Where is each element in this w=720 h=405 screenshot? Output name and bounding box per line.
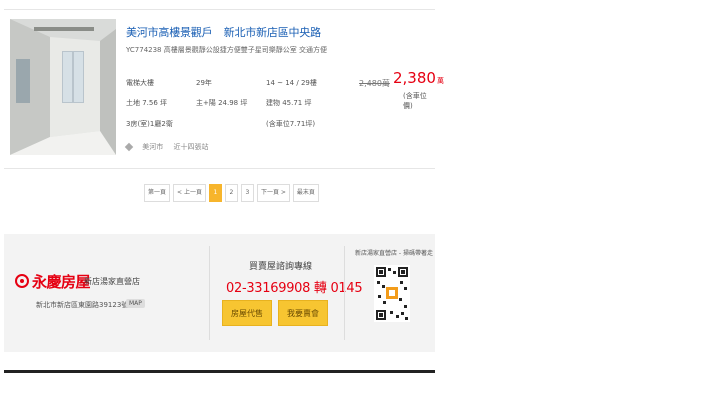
listing-location[interactable]: 新北市新店區中央路 xyxy=(224,26,321,39)
listing-name[interactable]: 美河市高樓景觀戶 xyxy=(126,26,213,39)
bottom-bar xyxy=(4,370,435,373)
page-wrapper: 美河市高樓景觀戶 新北市新店區中央路 YC774238 高樓層景觀靜公設捷方便雙… xyxy=(0,0,444,405)
spec-land: 土地 7.56 坪 xyxy=(126,99,168,107)
store-address: 新北市新店區東園路39123號 xyxy=(36,301,129,309)
brand-logo-icon xyxy=(15,274,29,288)
original-price: 2,480萬 xyxy=(359,79,390,88)
footer-divider-1 xyxy=(209,246,210,340)
listing-description: YC774238 高樓層景觀靜公設捷方便雙子星司樂靜公室 交通方便 xyxy=(126,46,327,54)
price-unit: 萬 xyxy=(436,77,444,85)
page-last-button[interactable]: 最末頁 xyxy=(292,184,319,202)
spec-floor: 14 ~ 14 / 29樓 xyxy=(266,79,317,87)
spec-parking-note: (含車位7.71坪) xyxy=(266,120,316,128)
listing-photo[interactable] xyxy=(10,19,116,155)
page-prev-button[interactable]: < 上一頁 xyxy=(173,184,206,202)
brand-name: 永慶房屋 xyxy=(32,273,91,291)
page-next-button[interactable]: 下一頁 > xyxy=(256,184,290,202)
contact-button[interactable]: 我要賣會 xyxy=(278,300,328,326)
current-price: 2,380萬 xyxy=(393,69,444,87)
branch-name: 新店湯家直營店 xyxy=(84,277,140,286)
spec-building: 建物 45.71 坪 xyxy=(266,99,312,107)
tag-station[interactable]: 近十四張站 xyxy=(173,143,208,151)
spec-layout: 3房(室)1廳2衛 xyxy=(126,120,173,128)
qr-label: 新店湯家直營店 - 掃碼帶著走 xyxy=(355,250,433,257)
page-first-button[interactable]: 第一頁 xyxy=(144,184,171,202)
hotline-label: 買賣屋諮詢專線 xyxy=(249,262,313,272)
listing-title-link[interactable]: 美河市高樓景觀戶 新北市新店區中央路 xyxy=(126,24,321,40)
spec-age: 29年 xyxy=(196,79,212,87)
tag-community[interactable]: 美河市 xyxy=(142,143,163,151)
spec-type: 電梯大樓 xyxy=(126,79,154,87)
spec-main: 主+陽 24.98 坪 xyxy=(196,99,248,107)
footer-divider-2 xyxy=(344,246,345,340)
map-button[interactable]: MAP xyxy=(126,299,145,308)
listing-tags: 美河市 近十四張站 xyxy=(124,142,216,152)
store-info-footer: 永慶房屋 新店湯家直營店 新北市新店區東園路39123號 MAP 買賣屋諮詢專線… xyxy=(4,234,435,352)
page-1-button[interactable]: 1 xyxy=(208,184,222,202)
hotline-number: 02-33169908 轉 0145 xyxy=(226,281,363,296)
top-divider xyxy=(4,9,435,10)
sell-house-button[interactable]: 房屋代售 xyxy=(222,300,272,326)
page-2-button[interactable]: 2 xyxy=(224,184,238,202)
page-3-button[interactable]: 3 xyxy=(240,184,254,202)
price-note: (含車位價) xyxy=(403,92,427,110)
pagination: 第一頁 < 上一頁 1 2 3 下一頁 > 最末頁 xyxy=(144,184,319,202)
listing-divider xyxy=(4,168,435,169)
price-value: 2,380 xyxy=(393,69,436,87)
tag-icon xyxy=(124,142,134,152)
qr-code-icon[interactable] xyxy=(374,265,410,322)
